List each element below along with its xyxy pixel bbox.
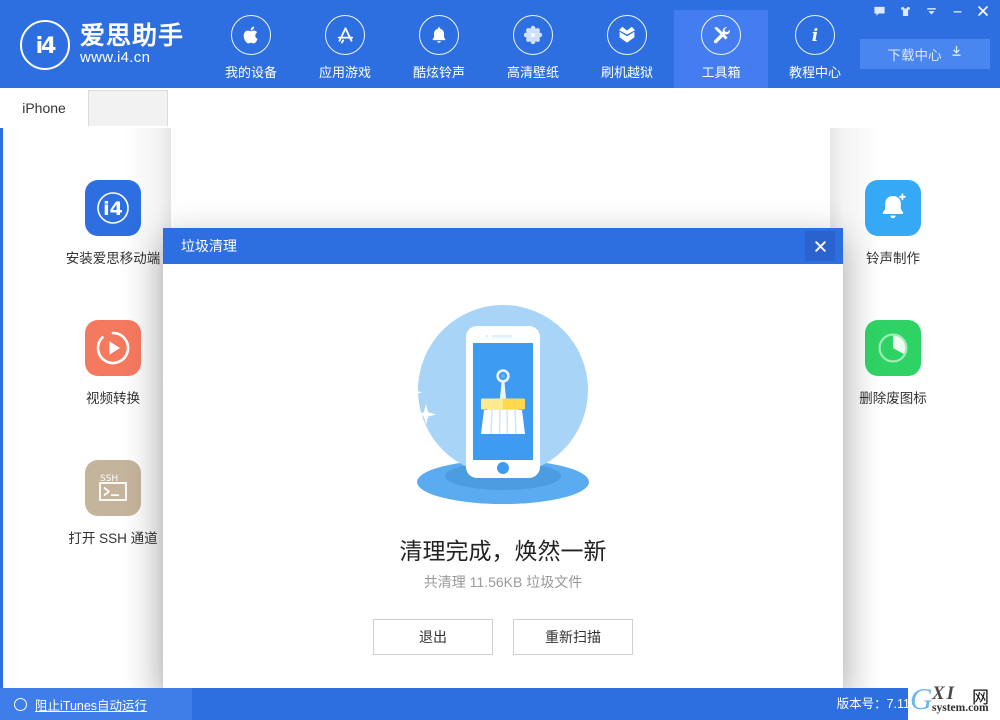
nav-label: 我的设备 [224, 65, 277, 80]
tool-open-ssh[interactable]: SSH 打开 SSH 通道 [53, 460, 173, 547]
flower-icon [513, 15, 553, 55]
nav-label: 高清壁纸 [506, 65, 559, 80]
nav-label: 工具箱 [701, 65, 741, 80]
app-header: i4 爱思助手 www.i4.cn 我的设备 应用游戏 酷炫铃声 高清壁纸 刷机… [0, 0, 1000, 88]
nav-item-flash-jailbreak[interactable]: 刷机越狱 [580, 10, 674, 88]
dialog-titlebar: 垃圾清理 [163, 228, 843, 264]
svg-text:i4: i4 [36, 34, 57, 59]
close-icon[interactable] [970, 0, 996, 22]
appstore-icon [325, 15, 365, 55]
result-subtitle: 共清理 11.56KB 垃圾文件 [423, 574, 583, 590]
version-label: 版本号：7.11 [836, 697, 910, 711]
nav-item-tutorials[interactable]: i 教程中心 [768, 10, 862, 88]
toggle-circle-icon[interactable] [14, 697, 27, 711]
block-itunes-toggle[interactable]: 阻止iTunes自动运行 [0, 688, 192, 720]
play-circle-icon [85, 320, 141, 376]
nav-item-toolbox[interactable]: 工具箱 [674, 10, 768, 88]
nav-label: 应用游戏 [318, 65, 371, 80]
exit-button[interactable]: 退出 [373, 619, 493, 655]
i4-logo-icon: i4 [20, 20, 70, 70]
dialog-button-row: 退出 重新扫描 [163, 619, 843, 655]
pie-clock-icon [865, 320, 921, 376]
nav-label: 刷机越狱 [600, 65, 653, 80]
svg-text:i: i [812, 26, 818, 46]
rescan-button[interactable]: 重新扫描 [513, 619, 633, 655]
bell-icon [419, 15, 459, 55]
watermark-g: G [910, 681, 933, 716]
dialog-close-button[interactable] [805, 231, 835, 261]
watermark-system: system.com [932, 702, 989, 714]
dialog-title: 垃圾清理 [181, 238, 237, 254]
nav-item-my-device[interactable]: 我的设备 [204, 10, 298, 88]
tool-video-convert[interactable]: 视频转换 [53, 320, 173, 407]
app-logo[interactable]: i4 爱思助手 www.i4.cn [20, 16, 210, 74]
block-itunes-label: 阻止iTunes自动运行 [35, 698, 148, 713]
window-controls [866, 0, 996, 22]
skin-shirt-icon[interactable] [892, 0, 918, 22]
info-icon: i [795, 15, 835, 55]
ssh-terminal-icon: SSH [85, 460, 141, 516]
download-center-label: 下载中心 [887, 48, 942, 63]
tab-iphone[interactable]: iPhone [0, 88, 88, 128]
download-center-button[interactable]: 下载中心 [860, 39, 990, 69]
status-bar: 阻止iTunes自动运行 版本号：7.11 [0, 688, 1000, 720]
nav-label: 酷炫铃声 [412, 65, 465, 80]
toolbox-content: i4 安装爱思移动端 视频转换 SSH 打开 SSH 通道 铃声制作 删除废图标… [0, 128, 1000, 688]
open-box-icon [607, 15, 647, 55]
svg-text:i4: i4 [103, 198, 123, 220]
app-url: www.i4.cn [80, 49, 151, 67]
nav-item-apps-games[interactable]: 应用游戏 [298, 10, 392, 88]
tools-icon [701, 15, 741, 55]
junk-cleanup-dialog: 垃圾清理 清理完成，焕然一新 共清理 11.56KB 垃圾文件 退出 重新扫描 [163, 228, 843, 688]
result-title: 清理完成，焕然一新 [399, 538, 607, 564]
site-watermark: G XI 网 system.com [908, 681, 1000, 720]
tool-label: 铃声制作 [866, 251, 920, 266]
i4-app-icon: i4 [85, 180, 141, 236]
tool-install-i4-mobile[interactable]: i4 安装爱思移动端 [53, 180, 173, 267]
collapse-icon[interactable] [918, 0, 944, 22]
tool-delete-broken-icons[interactable]: 删除废图标 [833, 320, 953, 407]
nav-item-ringtones[interactable]: 酷炫铃声 [392, 10, 486, 88]
minimize-icon[interactable] [944, 0, 970, 22]
download-icon [950, 45, 963, 63]
tab-placeholder [88, 90, 168, 126]
tool-ringtone-maker[interactable]: 铃声制作 [833, 180, 953, 267]
phone-broom-clean-illustration [388, 286, 618, 516]
bell-plus-icon [865, 180, 921, 236]
nav-label: 教程中心 [788, 65, 841, 80]
tool-label: 视频转换 [86, 391, 140, 406]
tool-label: 打开 SSH 通道 [68, 531, 158, 546]
tool-label: 删除废图标 [859, 391, 927, 406]
dialog-body: 清理完成，焕然一新 共清理 11.56KB 垃圾文件 退出 重新扫描 [163, 264, 843, 688]
message-icon[interactable] [866, 0, 892, 22]
tool-label: 安装爱思移动端 [65, 251, 161, 266]
app-title: 爱思助手 [80, 21, 185, 50]
apple-icon [231, 15, 271, 55]
nav-item-wallpapers[interactable]: 高清壁纸 [486, 10, 580, 88]
tab-strip: iPhone [0, 88, 1000, 128]
